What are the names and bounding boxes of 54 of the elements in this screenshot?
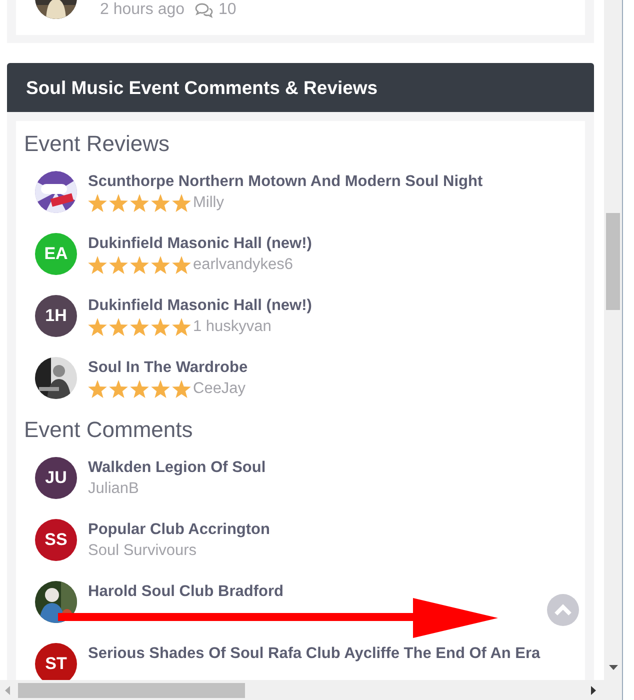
event-link[interactable]: Dukinfield Masonic Hall (new!)	[88, 234, 312, 252]
event-link[interactable]: Serious Shades Of Soul Rafa Club Aycliffe The End Of An Era	[88, 644, 540, 662]
star-icon	[88, 194, 107, 212]
event-link[interactable]: Soul In The Wardrobe	[88, 358, 248, 376]
star-icon	[151, 318, 170, 336]
author-name: CeeJay	[193, 380, 246, 398]
post-time: 2 hours ago	[100, 1, 185, 19]
star-icon	[88, 380, 107, 398]
section-heading: Event Comments	[24, 416, 194, 444]
star-icon	[130, 318, 149, 336]
star-icon	[172, 256, 191, 274]
event-link[interactable]: Walkden Legion Of Soul	[88, 458, 266, 476]
star-icon	[151, 380, 170, 398]
avatar: ST	[35, 643, 77, 680]
comments-icon	[194, 2, 213, 18]
star-icon	[130, 194, 149, 212]
scrollbar-thumb[interactable]	[18, 683, 245, 698]
event-logo	[35, 171, 77, 213]
event-link[interactable]: Harold Soul Club Bradford	[88, 582, 284, 600]
avatar: EA	[35, 233, 77, 275]
scrollbar-thumb[interactable]	[606, 213, 620, 310]
event-link[interactable]: Popular Club Accrington	[88, 520, 270, 538]
star-icon	[109, 380, 128, 398]
star-icon	[109, 318, 128, 336]
star-icon	[130, 380, 149, 398]
author-name: earlvandykes6	[193, 256, 293, 274]
comment-count: 10	[218, 1, 236, 19]
horizontal-scrollbar[interactable]	[0, 680, 622, 700]
star-icon	[88, 256, 107, 274]
event-link[interactable]: Dukinfield Masonic Hall (new!)	[88, 296, 312, 314]
avatar: 1H	[35, 295, 77, 337]
author-name: 1 huskyvan	[193, 318, 272, 336]
star-icon	[151, 194, 170, 212]
chevron-up-icon	[554, 604, 572, 616]
star-icon	[172, 194, 191, 212]
vertical-scrollbar[interactable]	[604, 0, 622, 680]
scroll-down-icon[interactable]	[609, 665, 618, 670]
star-icon	[109, 194, 128, 212]
star-icon	[88, 318, 107, 336]
author-name: Soul Survivours	[88, 542, 198, 560]
star-icon	[130, 256, 149, 274]
scroll-right-icon[interactable]	[591, 686, 596, 695]
star-icon	[172, 380, 191, 398]
avatar: JU	[35, 457, 77, 499]
event-link[interactable]: Scunthorpe Northern Motown And Modern Soul Night	[88, 172, 483, 190]
star-icon	[172, 318, 191, 336]
avatar: SS	[35, 519, 77, 561]
scroll-left-icon[interactable]	[5, 686, 10, 695]
author-name: JulianB	[88, 480, 140, 498]
star-icon	[109, 256, 128, 274]
star-icon	[151, 256, 170, 274]
section-heading: Event Reviews	[24, 130, 171, 158]
panel-header: Soul Music Event Comments & Reviews	[7, 63, 594, 112]
author-name: Milly	[193, 194, 224, 212]
